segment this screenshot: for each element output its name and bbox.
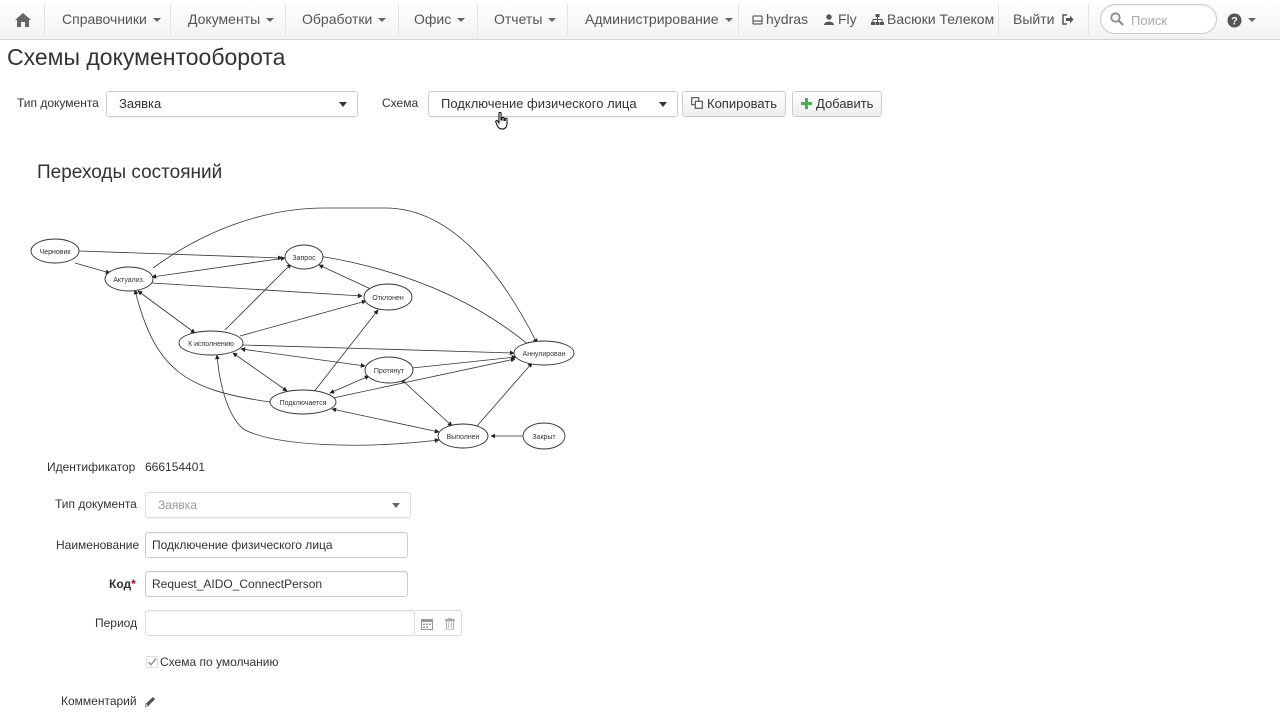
search-box[interactable] [1100,4,1217,34]
server-name: hydras [766,11,809,27]
menu-office[interactable]: Офис [414,0,466,39]
copy-icon [691,97,703,109]
logout-label: Выйти [1013,11,1055,27]
period-addon [415,610,462,636]
help-menu[interactable]: ? [1227,0,1256,39]
caret-down-icon [1248,18,1256,23]
page-title: Схемы документооборота [7,44,286,70]
chevron-down-icon [392,503,400,508]
sign-out-icon [1062,14,1074,25]
required-marker: * [131,577,136,591]
server-icon [752,15,763,25]
name-label: Наименование [56,538,140,552]
svg-text:?: ? [1231,15,1238,27]
logout-link[interactable]: Выйти [1013,0,1074,39]
user-name: Fly [838,11,857,27]
form-doc-type-select: Заявка [145,492,411,518]
code-label-text: Код [109,577,132,591]
code-label: Код* [109,577,136,591]
node-closed-label: Закрыт [532,434,556,441]
menu-references[interactable]: Справочники [62,0,161,39]
copy-label: Копировать [707,96,777,111]
scheme-select[interactable]: Подключение физического лица [428,91,678,117]
doc-type-label: Тип документа [17,96,99,110]
pencil-icon[interactable] [145,696,156,707]
question-circle-icon: ? [1227,13,1242,28]
chevron-down-icon [659,102,667,107]
scheme-value: Подключение физического лица [441,96,637,111]
add-label: Добавить [816,96,874,111]
add-button[interactable]: Добавить [792,91,883,117]
caret-down-icon [548,18,557,23]
node-request-label: Запрос [292,255,316,262]
home-button[interactable] [12,0,34,39]
caret-down-icon [152,18,161,23]
menu-reports[interactable]: Отчеты [494,0,557,39]
id-label: Идентификатор [47,460,136,474]
menu-label: Документы [188,11,261,27]
form-doc-type-value: Заявка [158,498,197,512]
doc-type-select[interactable]: Заявка [106,91,358,117]
chevron-down-icon [339,102,347,107]
search-input[interactable] [1129,10,1213,30]
comment-label: Комментарий [61,694,137,708]
period-label: Период [95,616,138,630]
section-title: Переходы состояний [37,162,223,183]
hand-cursor-icon [495,112,508,130]
period-input[interactable] [145,610,415,636]
form-doc-type-label: Тип документа [55,497,137,511]
menu-label: Отчеты [494,11,543,27]
node-stretched-label: Протянут [374,368,405,375]
id-value: 666154401 [145,460,206,474]
trash-icon[interactable] [445,618,455,630]
menu-documents[interactable]: Документы [188,0,275,39]
default-scheme-label: Схема по умолчанию [160,655,279,669]
node-done-label: Выполнен [447,434,480,441]
node-draft-label: Черновик [40,249,72,256]
user-link[interactable]: Fly [824,0,857,39]
home-icon [15,13,31,28]
default-scheme-checkbox[interactable] [146,655,158,668]
menu-processing[interactable]: Обработки [302,0,387,39]
copy-button[interactable]: Копировать [682,91,786,117]
top-navbar: Справочники Документы Обработки Офис Отч… [0,0,1280,40]
scheme-label: Схема [382,96,419,110]
checkmark-icon [146,656,158,668]
code-input[interactable]: Request_AIDO_ConnectPerson [145,571,408,597]
sitemap-icon [871,14,884,25]
plus-icon [801,98,812,109]
doc-type-value: Заявка [119,96,162,111]
server-link[interactable]: hydras [752,0,808,39]
search-icon [1110,12,1124,26]
calendar-icon[interactable] [421,618,433,630]
caret-down-icon [724,18,733,23]
node-connecting-label: Подключается [280,400,327,407]
menu-label: Обработки [302,11,373,27]
state-transition-graph: Черновик Актуализ. Запрос Отклонен К исп… [30,207,575,450]
node-cancelled-label: Аннулирован [523,351,566,358]
company-link[interactable]: Васюки Телеком [871,0,994,39]
node-rejected-label: Отклонен [372,295,404,302]
node-actualized-label: Актуализ. [113,277,145,284]
caret-down-icon [457,18,466,23]
user-icon [824,14,834,25]
menu-label: Администрирование [585,11,719,27]
node-execution-label: К исполнению [188,341,234,348]
company-name: Васюки Телеком [887,11,995,27]
name-input[interactable]: Подключение физического лица [145,532,408,558]
menu-label: Справочники [62,11,147,27]
caret-down-icon [378,18,387,23]
caret-down-icon [266,18,275,23]
menu-label: Офис [414,11,452,27]
menu-administration[interactable]: Администрирование [585,0,733,39]
